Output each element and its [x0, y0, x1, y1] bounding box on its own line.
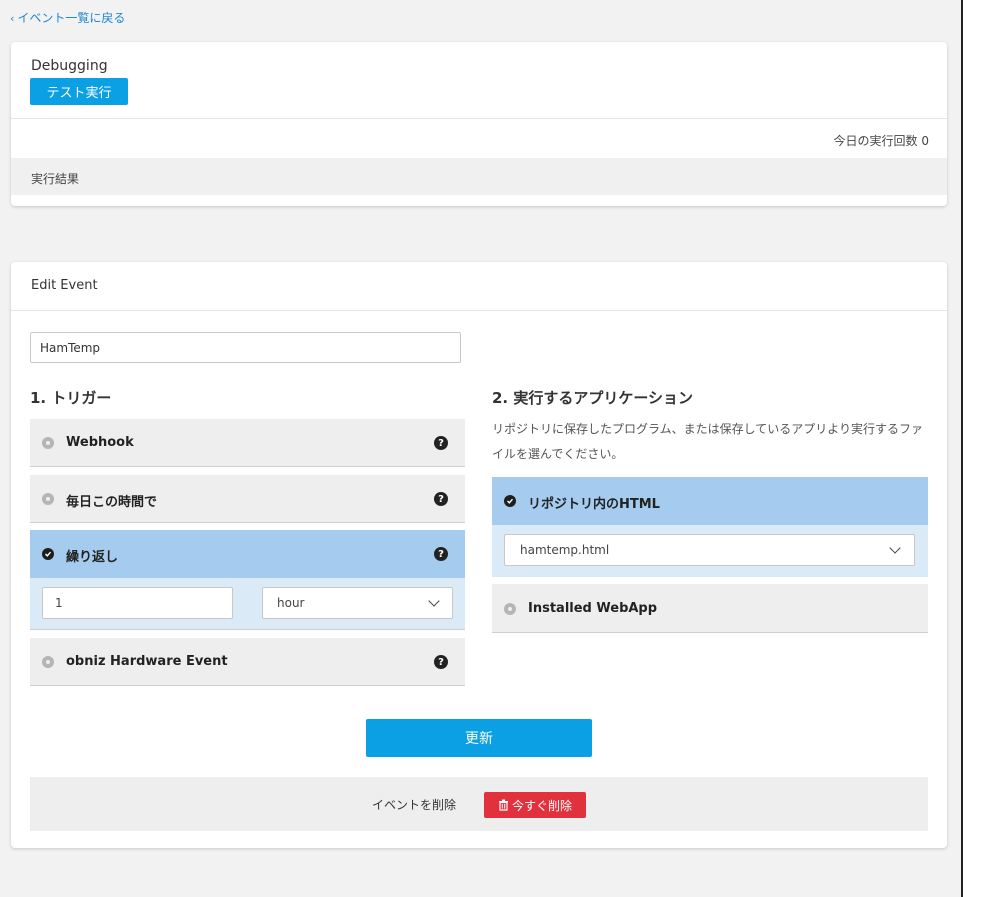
- event-name-input[interactable]: [30, 332, 461, 363]
- result-bar: 実行結果: [11, 158, 947, 195]
- radio-unselected-icon: [504, 603, 516, 615]
- file-select[interactable]: hamtemp.html: [504, 534, 915, 566]
- repeat-unit-select[interactable]: hour: [262, 587, 453, 619]
- debugging-title: Debugging: [31, 58, 108, 74]
- radio-unselected-icon: [42, 493, 54, 505]
- back-link-label: イベント一覧に戻る: [17, 11, 126, 25]
- trigger-option-label: 毎日この時間で: [66, 495, 158, 510]
- chevron-down-icon: [889, 542, 901, 554]
- help-icon[interactable]: ?: [434, 436, 448, 450]
- app-option-label: リポジトリ内のHTML: [528, 497, 660, 512]
- app-option-label: Installed WebApp: [528, 601, 658, 616]
- help-icon[interactable]: ?: [434, 492, 448, 506]
- chevron-down-icon: [428, 595, 440, 607]
- trigger-option-label: Webhook: [66, 435, 134, 450]
- chevron-left-icon: ‹: [10, 12, 15, 25]
- trigger-section-title: 1. トリガー: [30, 389, 112, 407]
- file-select-panel: hamtemp.html: [492, 525, 928, 577]
- delete-bar: イベントを削除 今すぐ削除: [30, 777, 928, 831]
- app-section-title: 2. 実行するアプリケーション: [492, 389, 694, 407]
- trigger-option-daily[interactable]: 毎日この時間で ?: [30, 475, 465, 523]
- repeat-interval-input[interactable]: [42, 587, 233, 619]
- edit-event-card: Edit Event 1. トリガー 2. 実行するアプリケーション リポジトリ…: [11, 262, 947, 848]
- check-circle-icon: [504, 495, 516, 507]
- trigger-option-label: 繰り返し: [66, 550, 119, 565]
- app-description: リポジトリに保存したプログラム、または保存しているアプリより実行するファイルを選…: [492, 422, 924, 461]
- test-run-button[interactable]: テスト実行: [30, 78, 128, 105]
- repeat-settings-panel: hour: [30, 578, 465, 630]
- delete-event-label: イベントを削除: [372, 798, 457, 812]
- debugging-card: Debugging テスト実行 今日の実行回数 0 実行結果: [11, 42, 947, 206]
- help-icon[interactable]: ?: [434, 547, 448, 561]
- repeat-unit-value: hour: [277, 596, 305, 610]
- radio-unselected-icon: [42, 437, 54, 449]
- edit-event-title: Edit Event: [31, 278, 98, 293]
- divider: [11, 118, 947, 119]
- app-option-installed-webapp[interactable]: Installed WebApp: [492, 584, 928, 633]
- app-option-repository-html[interactable]: リポジトリ内のHTML: [492, 477, 928, 525]
- trigger-option-label: obniz Hardware Event: [66, 654, 228, 669]
- trigger-option-hardware-event[interactable]: obniz Hardware Event ?: [30, 638, 465, 686]
- update-button[interactable]: 更新: [366, 719, 592, 757]
- trigger-option-webhook[interactable]: Webhook ?: [30, 419, 465, 467]
- check-circle-icon: [42, 548, 54, 560]
- help-icon[interactable]: ?: [434, 655, 448, 669]
- radio-unselected-icon: [42, 656, 54, 668]
- back-to-events-link[interactable]: ‹ イベント一覧に戻る: [10, 9, 125, 26]
- trash-icon: [498, 799, 508, 811]
- delete-now-button[interactable]: 今すぐ削除: [484, 792, 586, 818]
- window-edge-background: [963, 0, 986, 897]
- divider: [11, 310, 947, 311]
- run-count-text: 今日の実行回数 0: [833, 134, 929, 148]
- delete-now-label: 今すぐ削除: [511, 798, 572, 813]
- trigger-option-repeat[interactable]: 繰り返し ?: [30, 530, 465, 578]
- result-label: 実行結果: [31, 172, 80, 186]
- file-select-value: hamtemp.html: [520, 543, 610, 557]
